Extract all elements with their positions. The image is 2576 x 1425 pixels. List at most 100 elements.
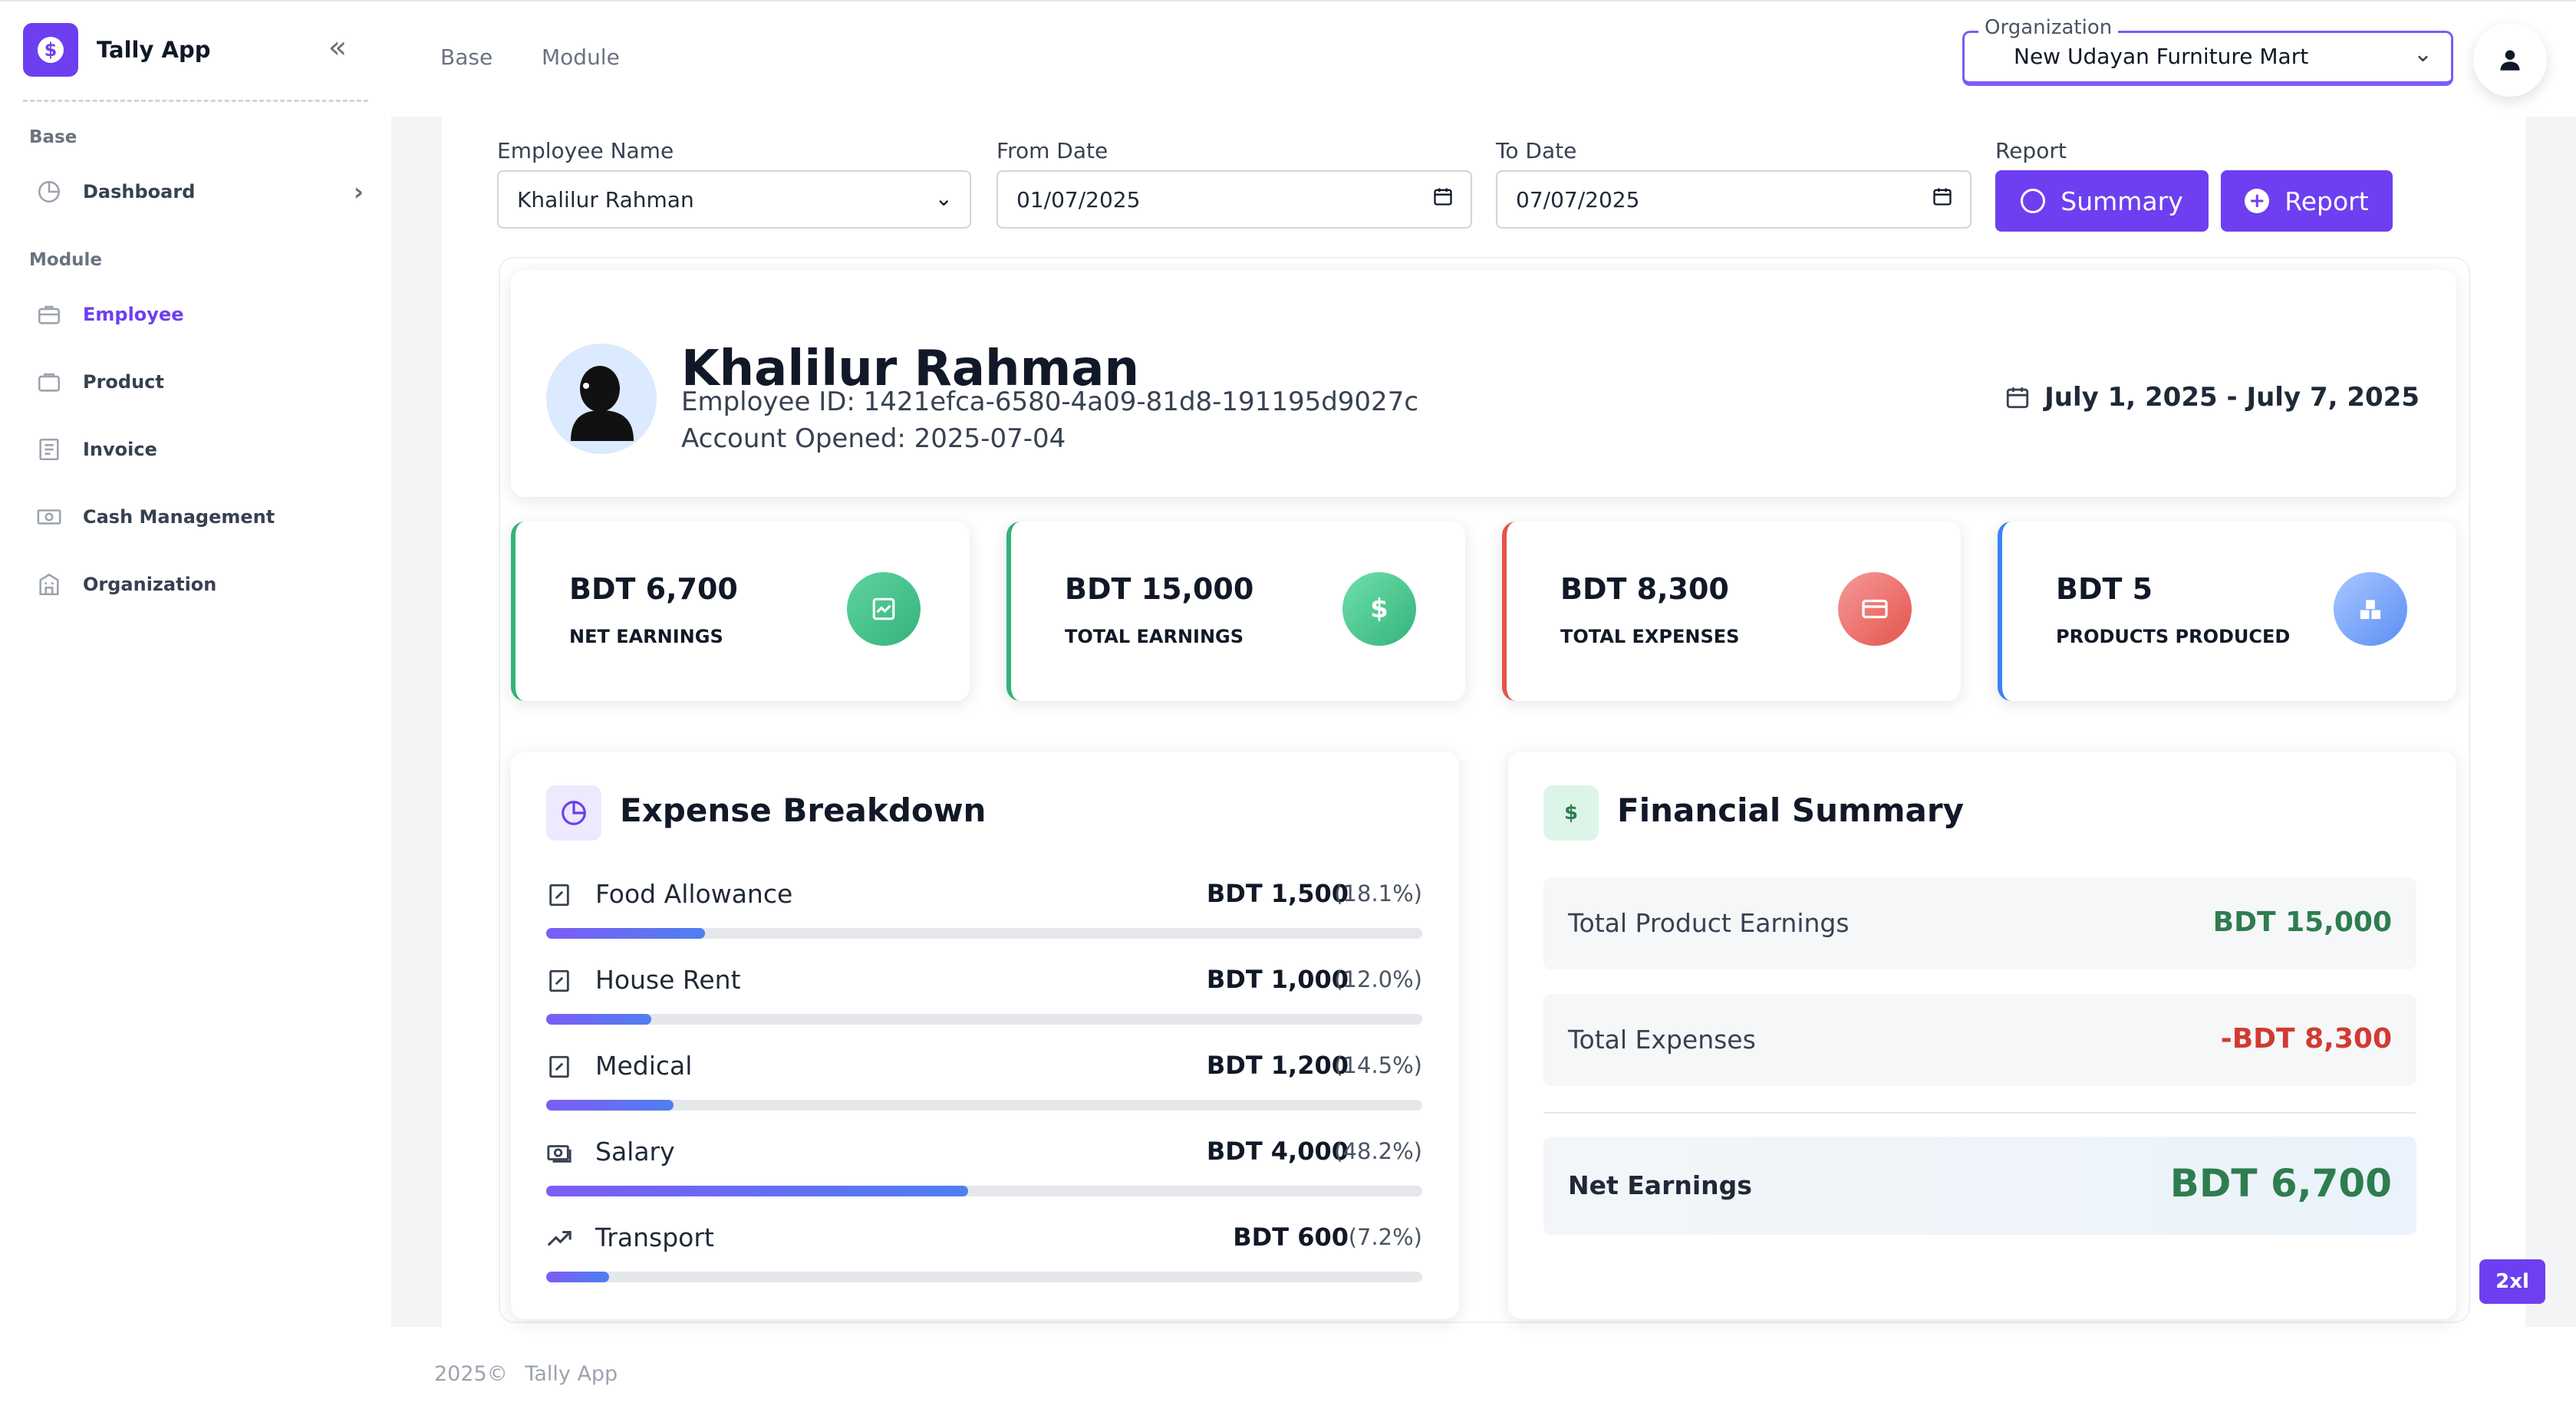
trending-up-icon [547, 1230, 572, 1246]
stat-amount: BDT 8,300 [1560, 572, 1729, 606]
sidebar-item-label: Organization [83, 574, 217, 595]
calendar-icon[interactable] [1432, 186, 1454, 212]
sidebar-item-invoice[interactable]: Invoice [34, 428, 364, 471]
date-range: July 1, 2025 - July 7, 2025 [2004, 382, 2420, 413]
stat-amount: BDT 15,000 [1065, 572, 1254, 606]
summary-button[interactable]: Summary [1995, 170, 2209, 232]
sidebar-section-module: Module [29, 250, 103, 270]
organization-select[interactable]: Organization New Udayan Furniture Mart ⌄ [1962, 16, 2453, 86]
expense-row-medical: Medical BDT 1,200 (14.5%) [546, 1051, 1422, 1130]
person-silhouette-icon [571, 366, 634, 441]
footer-app-link[interactable]: Tally App [525, 1362, 618, 1386]
employee-name-select[interactable]: Khalilur Rahman ⌄ [497, 170, 971, 229]
dollar-icon: $ [1342, 572, 1416, 646]
expense-progress-fill [546, 1100, 674, 1111]
organization-label: Organization [1978, 16, 2119, 39]
cash-icon [34, 502, 64, 532]
sidebar-item-employee[interactable]: Employee [34, 293, 364, 336]
sidebar-item-dashboard[interactable]: Dashboard › [34, 170, 364, 213]
chart-icon [847, 572, 921, 646]
chevron-down-icon: ⌄ [934, 186, 953, 211]
breakpoint-badge: 2xl [2479, 1259, 2545, 1304]
expense-amount: BDT 1,500 [1206, 879, 1349, 908]
sidebar-item-label: Invoice [83, 439, 157, 460]
summary-row-total-product-earnings: Total Product Earnings BDT 15,000 [1543, 877, 2416, 969]
expense-name: Medical [595, 1051, 693, 1081]
summary-row-total-expenses: Total Expenses -BDT 8,300 [1543, 994, 2416, 1086]
sidebar-item-label: Employee [83, 304, 184, 325]
expense-progress-track [546, 1100, 1422, 1111]
to-date-value: 07/07/2025 [1516, 186, 1640, 212]
employee-name-value: Khalilur Rahman [517, 186, 694, 212]
receipt-icon [549, 969, 569, 992]
report-label: Report [1995, 138, 2067, 163]
stat-label: NET EARNINGS [569, 626, 723, 647]
from-date-value: 01/07/2025 [1016, 186, 1141, 212]
stat-label: PRODUCTS PRODUCED [2056, 626, 2291, 647]
expense-row-food-allowance: Food Allowance BDT 1,500 (18.1%) [546, 879, 1422, 959]
calendar-icon[interactable] [1932, 186, 1953, 212]
stat-amount: BDT 6,700 [569, 572, 738, 606]
expense-progress-fill [546, 1186, 969, 1196]
summary-row-net-earnings: Net Earnings BDT 6,700 [1543, 1137, 2416, 1235]
stat-amount: BDT 5 [2056, 572, 2153, 606]
user-avatar-button[interactable] [2473, 23, 2547, 97]
expense-row-transport: Transport BDT 600 (7.2%) [546, 1223, 1422, 1302]
sidebar-section-base: Base [29, 127, 77, 147]
credit-card-icon [1838, 572, 1912, 646]
expense-name: House Rent [595, 965, 741, 995]
sidebar-item-product[interactable]: Product [34, 360, 364, 403]
expense-amount: BDT 1,200 [1206, 1051, 1349, 1080]
briefcase-icon [34, 299, 64, 330]
box-icon [34, 367, 64, 397]
summary-label: Net Earnings [1568, 1170, 1752, 1200]
report-button[interactable]: + Report [2221, 170, 2393, 232]
brand[interactable]: $ Tally App [23, 23, 210, 77]
expense-amount: BDT 1,000 [1206, 965, 1349, 994]
footer: 2025© Tally App [434, 1362, 618, 1386]
summary-value: BDT 15,000 [2212, 907, 2392, 938]
expense-percent: (12.0%) [1334, 966, 1422, 992]
sidebar-divider [23, 100, 368, 102]
chevron-right-icon: › [353, 177, 364, 206]
financial-summary-card: $ Financial Summary Total Product Earnin… [1508, 752, 2456, 1319]
plus-circle-icon: + [2245, 189, 2270, 213]
expense-amount: BDT 4,000 [1206, 1137, 1349, 1166]
cash-icon [547, 1145, 572, 1163]
stat-label: TOTAL EARNINGS [1065, 626, 1244, 647]
to-date-input[interactable]: 07/07/2025 [1496, 170, 1972, 229]
avatar [546, 344, 657, 454]
organization-value: New Udayan Furniture Mart [2014, 44, 2309, 69]
footer-year: 2025© [434, 1362, 508, 1386]
stat-card-total-expenses: BDT 8,300 TOTAL EXPENSES [1502, 522, 1961, 701]
stat-card-net-earnings: BDT 6,700 NET EARNINGS [511, 522, 970, 701]
stat-card-total-earnings: BDT 15,000 TOTAL EARNINGS $ [1006, 522, 1465, 701]
report-button-label: Report [2284, 186, 2369, 216]
expense-progress-track [546, 1186, 1422, 1196]
profile-card: Khalilur Rahman Employee ID: 1421efca-65… [511, 270, 2456, 497]
breadcrumb-module[interactable]: Module [542, 44, 620, 70]
dollar-icon: $ [1543, 785, 1599, 841]
pie-chart-icon [34, 176, 64, 207]
building-icon [34, 569, 64, 600]
breadcrumb-base[interactable]: Base [440, 44, 492, 70]
calendar-icon [2006, 387, 2029, 409]
employee-id: Employee ID: 1421efca-6580-4a09-81d8-191… [681, 387, 1419, 417]
financial-summary-title: Financial Summary [1617, 791, 1964, 829]
expense-progress-track [546, 928, 1422, 939]
summary-label: Total Product Earnings [1568, 908, 1850, 938]
expense-row-salary: Salary BDT 4,000 (48.2%) [546, 1137, 1422, 1216]
expense-amount: BDT 600 [1233, 1223, 1349, 1252]
expense-name: Food Allowance [595, 879, 793, 909]
expense-percent: (14.5%) [1334, 1052, 1422, 1078]
summary-button-label: Summary [2060, 186, 2183, 216]
receipt-icon [549, 1055, 569, 1078]
from-date-input[interactable]: 01/07/2025 [996, 170, 1472, 229]
expense-percent: (48.2%) [1334, 1138, 1422, 1164]
app-logo-icon: $ [23, 23, 78, 77]
date-range-text: July 1, 2025 - July 7, 2025 [2044, 382, 2420, 413]
app-name: Tally App [97, 37, 211, 63]
sidebar-item-cash-management[interactable]: Cash Management [34, 495, 364, 538]
sidebar-item-organization[interactable]: Organization [34, 563, 364, 606]
collapse-sidebar-icon[interactable]: « [322, 32, 353, 64]
